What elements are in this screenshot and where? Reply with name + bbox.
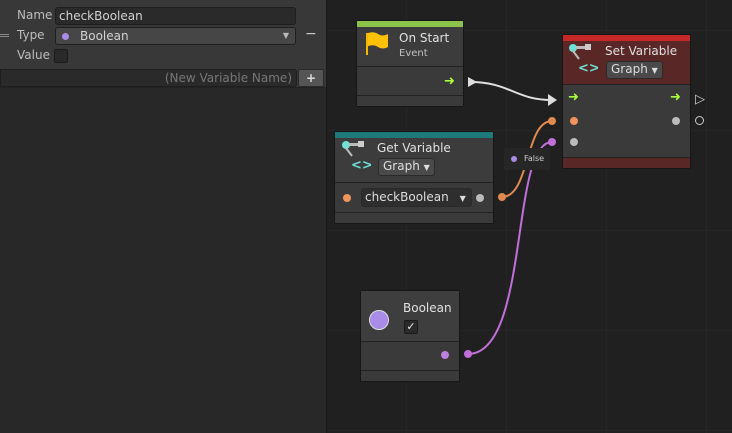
value-checkbox[interactable] [54, 49, 68, 63]
scope-value: Graph [383, 159, 420, 173]
boolean-literal-node[interactable]: Boolean ✓ [360, 290, 460, 382]
value-tooltip: False [504, 148, 550, 170]
value-output-port[interactable] [672, 117, 680, 125]
node-title: Boolean [403, 301, 452, 315]
svg-text:<>: <> [351, 158, 371, 170]
name-label: Name [17, 8, 53, 22]
scope-value: Graph [611, 62, 648, 76]
set-variable-node[interactable]: <> Set Variable Graph ▼ ➜ ➜ [562, 34, 691, 169]
variable-inspector: Name checkBoolean Type Boolean ▼ − Value… [0, 0, 326, 88]
node-title: On Start [399, 31, 450, 45]
drag-handle-icon[interactable] [0, 34, 9, 37]
flow-input-arrow-icon[interactable]: ➜ [568, 91, 579, 104]
boolean-type-icon [511, 156, 517, 162]
variable-input-port[interactable] [570, 117, 578, 125]
boolean-type-icon [62, 33, 69, 40]
blackboard-panel: Name checkBoolean Type Boolean ▼ − Value… [0, 0, 327, 433]
remove-variable-button[interactable]: − [305, 26, 317, 42]
new-variable-name-input[interactable]: (New Variable Name) [0, 69, 297, 87]
variable-icon: <> [342, 141, 371, 170]
value-label: Value [17, 48, 50, 62]
add-variable-button[interactable]: + [298, 69, 324, 87]
type-label: Type [17, 28, 45, 42]
node-subtitle: Event [399, 48, 428, 59]
chevron-down-icon: ▼ [651, 66, 658, 75]
node-title: Set Variable [605, 44, 678, 58]
value-output-port[interactable] [441, 351, 449, 359]
value-output-port[interactable] [476, 194, 484, 202]
variable-input-port[interactable] [343, 194, 351, 202]
chevron-down-icon: ▼ [459, 194, 466, 203]
value-input-port[interactable] [570, 138, 578, 146]
get-variable-node[interactable]: <> Get Variable Graph ▼ checkBoolean ▼ [334, 131, 494, 224]
node-title: Get Variable [377, 141, 451, 155]
chevron-down-icon: ▼ [282, 31, 289, 40]
flow-output-port-icon[interactable]: ▷ [695, 92, 705, 107]
variable-name: checkBoolean [365, 190, 449, 204]
tooltip-value: False [524, 154, 545, 163]
boolean-type-icon [369, 310, 389, 330]
svg-text:<>: <> [578, 61, 598, 73]
flow-output-arrow-icon[interactable]: ➜ [444, 75, 455, 88]
boolean-checkbox[interactable]: ✓ [404, 320, 418, 334]
variable-name-dropdown[interactable]: checkBoolean ▼ [361, 188, 472, 207]
variable-icon: <> [569, 44, 598, 73]
scope-dropdown[interactable]: Graph ▼ [606, 61, 663, 79]
name-field[interactable]: checkBoolean [55, 7, 296, 25]
scope-dropdown[interactable]: Graph ▼ [378, 158, 435, 176]
type-dropdown[interactable]: Boolean ▼ [55, 27, 296, 45]
flow-output-arrow-icon[interactable]: ➜ [670, 91, 681, 104]
chevron-down-icon: ▼ [423, 163, 430, 172]
flag-icon [366, 32, 388, 55]
type-value: Boolean [80, 29, 129, 43]
on-start-node[interactable]: On Start Event ➜ [356, 20, 464, 107]
value-output-port-icon[interactable] [695, 116, 704, 125]
